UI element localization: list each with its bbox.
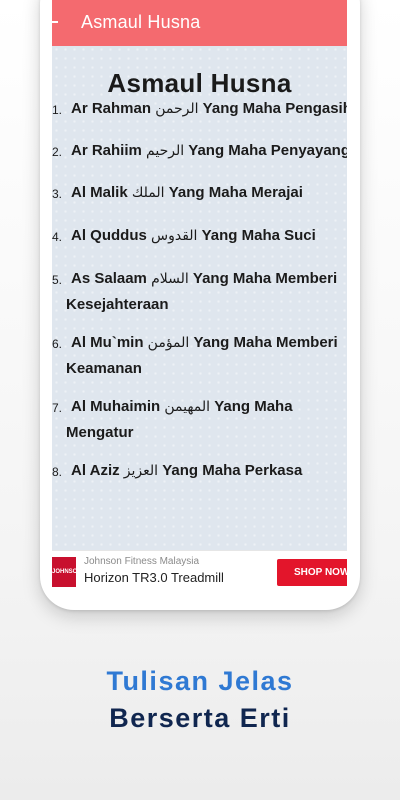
list-item[interactable]: 2. Ar Rahiim الرحيم Yang Maha Penyayang bbox=[52, 138, 347, 164]
item-number: 8. bbox=[52, 465, 63, 479]
item-number: 4. bbox=[52, 230, 63, 244]
shop-now-button[interactable]: SHOP NOW bbox=[277, 559, 347, 586]
item-latin: Ar Rahiim bbox=[71, 142, 142, 159]
ad-logo[interactable]: JOHNSON bbox=[52, 557, 76, 587]
item-meaning: Yang Maha Penyayang bbox=[188, 142, 347, 159]
list-item[interactable]: 6. Al Mu`min المؤمن Yang Maha Memberi Ke… bbox=[52, 330, 347, 382]
item-meaning: Yang Maha Pengasih bbox=[202, 100, 347, 117]
item-number: 7. bbox=[52, 401, 63, 415]
item-meaning: Yang Maha Memberi bbox=[193, 334, 338, 351]
item-arabic: السلام bbox=[151, 271, 189, 287]
item-latin: As Salaam bbox=[71, 270, 147, 287]
item-arabic: الملك bbox=[131, 185, 165, 201]
item-latin: Al Quddus bbox=[71, 227, 147, 244]
item-arabic: المؤمن bbox=[147, 335, 190, 351]
item-arabic: الرحمن bbox=[155, 101, 199, 117]
item-latin: Al Aziz bbox=[71, 462, 120, 479]
app-bar-title: Asmaul Husna bbox=[81, 12, 201, 32]
content: Asmaul Husna bbox=[52, 46, 347, 99]
ad-banner[interactable]: JOHNSON Johnson Fitness Malaysia Horizon… bbox=[52, 550, 347, 590]
item-arabic: المهيمن bbox=[164, 399, 211, 415]
item-meaning: Yang Maha Perkasa bbox=[162, 462, 303, 479]
list-item[interactable]: 8. Al Aziz العزيز Yang Maha Perkasa bbox=[52, 458, 347, 484]
page-title: Asmaul Husna bbox=[107, 68, 292, 98]
item-meaning: Yang Maha bbox=[214, 398, 293, 415]
item-arabic: القدوس bbox=[151, 228, 198, 244]
item-meaning-continued: Kesejahteraan bbox=[66, 296, 169, 313]
item-latin: Al Mu`min bbox=[71, 334, 144, 351]
ad-product[interactable]: Horizon TR3.0 Treadmill bbox=[84, 570, 224, 585]
tagline-line-1: Tulisan Jelas bbox=[106, 666, 294, 696]
ad-sponsor: Johnson Fitness Malaysia bbox=[84, 556, 200, 567]
item-meaning: Yang Maha Merajai bbox=[168, 184, 303, 201]
list-item[interactable]: 3. Al Malik الملك Yang Maha Merajai bbox=[52, 180, 347, 206]
list-item[interactable]: 1. Ar Rahman الرحمن Yang Maha Pengasih bbox=[52, 96, 347, 122]
item-number: 2. bbox=[52, 145, 63, 159]
menu-icon[interactable] bbox=[52, 21, 58, 23]
list-item[interactable]: 5. As Salaam السلام Yang Maha Memberi Ke… bbox=[52, 266, 347, 318]
item-meaning-continued: Keamanan bbox=[66, 360, 142, 377]
tagline-line-2: Berserta Erti bbox=[109, 703, 291, 733]
item-latin: Al Malik bbox=[71, 184, 128, 201]
list-item[interactable]: 7. Al Muhaimin المهيمن Yang Maha Mengatu… bbox=[52, 394, 347, 446]
item-latin: Ar Rahman bbox=[71, 100, 152, 117]
item-number: 3. bbox=[52, 187, 63, 201]
item-number: 1. bbox=[52, 103, 63, 117]
item-meaning: Yang Maha Memberi bbox=[192, 270, 338, 287]
item-latin: Al Muhaimin bbox=[71, 398, 161, 415]
item-arabic: الرحيم bbox=[146, 143, 185, 159]
item-meaning: Yang Maha Suci bbox=[201, 227, 316, 244]
item-number: 6. bbox=[52, 337, 63, 351]
list-item[interactable]: 4. Al Quddus القدوس Yang Maha Suci bbox=[52, 223, 347, 249]
item-meaning-continued: Mengatur bbox=[66, 424, 134, 441]
item-number: 5. bbox=[52, 273, 63, 287]
app-bar: Asmaul Husna bbox=[52, 0, 347, 46]
item-arabic: العزيز bbox=[123, 463, 159, 479]
app-screen: Asmaul Husna Asmaul Husna 1. Ar Rahman ا… bbox=[52, 0, 347, 590]
